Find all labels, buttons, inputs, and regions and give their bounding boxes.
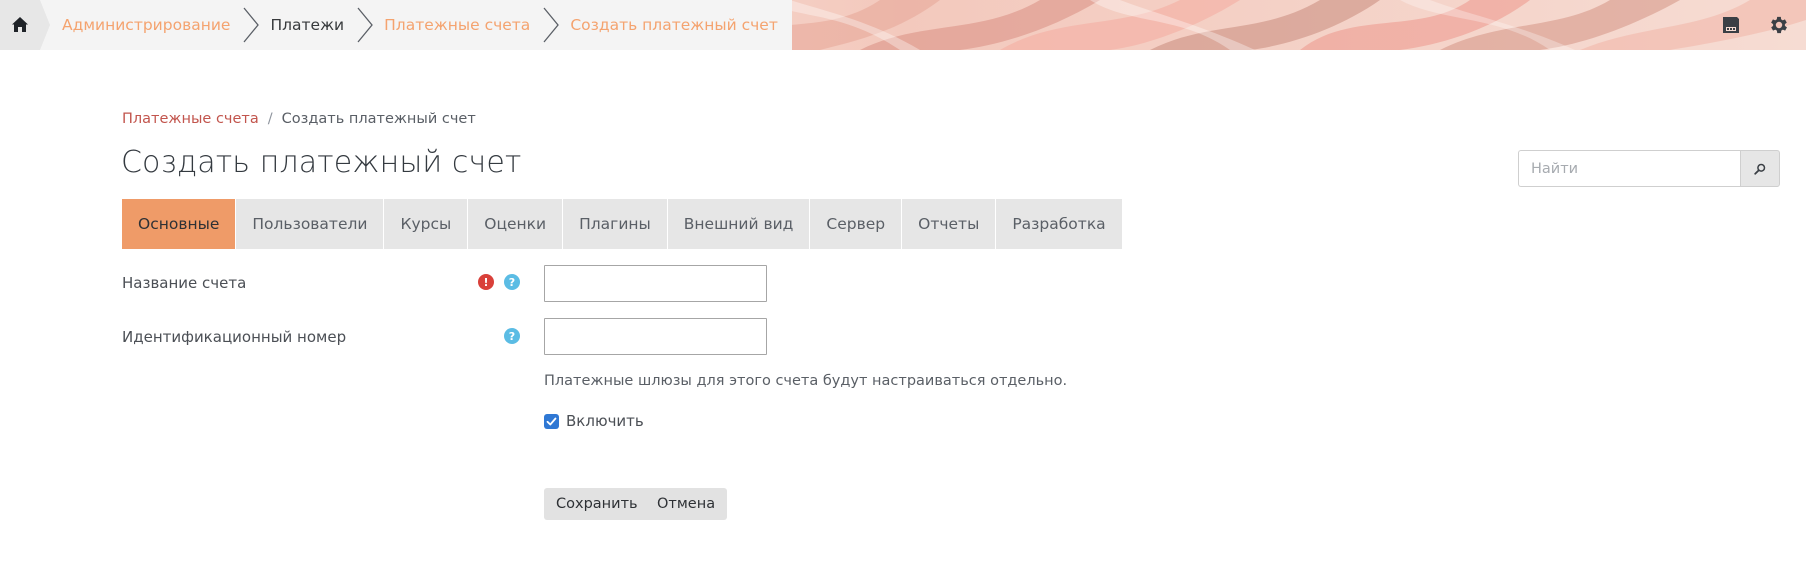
breadcrumb-separator: / — [267, 111, 273, 127]
tab-grades[interactable]: Оценки — [468, 199, 564, 249]
enable-checkbox[interactable] — [544, 413, 559, 429]
enable-label[interactable]: Включить — [566, 412, 644, 430]
search-box — [1518, 150, 1780, 187]
chevron-right-icon — [357, 7, 373, 43]
chevron-right-icon — [243, 7, 260, 43]
search-input[interactable] — [1518, 150, 1740, 187]
navbar-crumbs: Администрирование Платежи Платежные счет… — [40, 0, 792, 50]
save-button[interactable] — [1718, 12, 1744, 38]
id-number-label: Идентификационный номер — [122, 328, 347, 346]
tab-development[interactable]: Разработка — [996, 199, 1122, 249]
breadcrumb-current: Создать платежный счет — [281, 111, 476, 127]
admin-tabs: Основные Пользователи Курсы Оценки Плаги… — [122, 199, 1122, 249]
search-icon — [1754, 163, 1766, 175]
tab-server[interactable]: Сервер — [810, 199, 903, 249]
help-icon[interactable]: ? — [504, 328, 520, 344]
account-name-input[interactable] — [544, 265, 767, 302]
cancel-button[interactable]: Отмена — [645, 488, 728, 520]
id-number-icons: ? — [504, 328, 520, 344]
navbar-crumb-admin[interactable]: Администрирование — [62, 16, 230, 34]
tab-appearance[interactable]: Внешний вид — [667, 199, 811, 249]
account-name-icons: ! ? — [478, 274, 520, 290]
page-title: Создать платежный счет — [121, 145, 522, 180]
gear-icon — [1771, 16, 1787, 34]
enable-row: Включить — [544, 412, 644, 430]
tab-reports[interactable]: Отчеты — [902, 199, 997, 249]
home-icon — [12, 17, 28, 32]
navbar-crumb-payment-accounts[interactable]: Платежные счета — [384, 16, 530, 34]
save-form-button[interactable]: Сохранить — [544, 488, 650, 520]
search-button[interactable] — [1740, 150, 1780, 187]
top-navbar: Администрирование Платежи Платежные счет… — [0, 0, 1806, 50]
navbar-crumb-payments: Платежи — [270, 16, 345, 34]
tab-plugins[interactable]: Плагины — [563, 199, 668, 249]
tab-users[interactable]: Пользователи — [236, 199, 385, 249]
navbar-actions — [1718, 0, 1806, 50]
checkmark-icon — [546, 417, 557, 425]
save-icon — [1723, 17, 1739, 33]
settings-button[interactable] — [1766, 12, 1792, 38]
navbar-breadcrumb: Администрирование Платежи Платежные счет… — [0, 0, 792, 50]
chevron-right-icon — [543, 7, 560, 43]
id-number-input[interactable] — [544, 318, 767, 355]
tab-general[interactable]: Основные — [122, 199, 237, 249]
home-button[interactable] — [0, 0, 50, 50]
navbar-crumb-create-account[interactable]: Создать платежный счет — [570, 16, 778, 34]
account-name-label: Название счета — [122, 274, 247, 292]
help-icon[interactable]: ? — [504, 274, 520, 290]
tab-courses[interactable]: Курсы — [384, 199, 469, 249]
breadcrumb-payment-accounts[interactable]: Платежные счета — [122, 111, 259, 127]
breadcrumb: Платежные счета / Создать платежный счет — [122, 111, 476, 127]
required-icon: ! — [478, 274, 494, 290]
gateway-note: Платежные шлюзы для этого счета будут на… — [544, 373, 1068, 389]
